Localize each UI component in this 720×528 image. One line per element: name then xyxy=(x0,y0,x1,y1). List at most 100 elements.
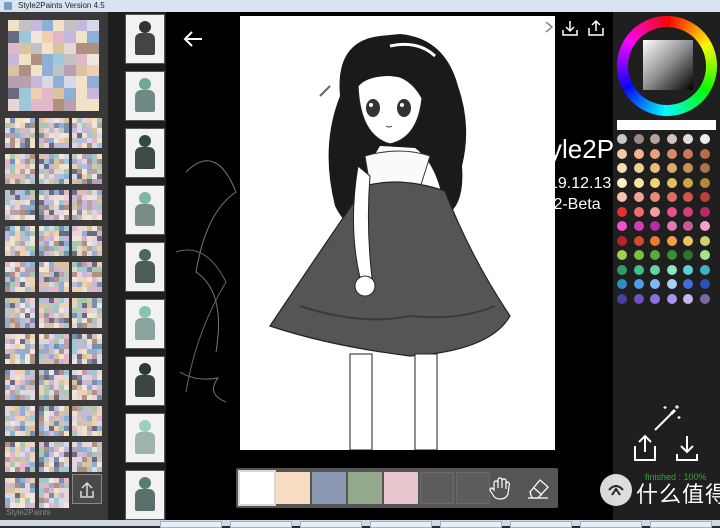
palette-color-dot[interactable] xyxy=(650,235,660,246)
reference-thumbnail[interactable] xyxy=(5,406,35,436)
reference-thumbnail[interactable] xyxy=(39,154,69,184)
taskbar-item[interactable] xyxy=(160,521,222,528)
palette-color-dot[interactable] xyxy=(699,279,710,289)
reference-thumbnail[interactable] xyxy=(5,190,35,220)
reference-thumbnail[interactable] xyxy=(72,298,102,328)
palette-color-dot[interactable] xyxy=(699,163,710,173)
reference-image-large[interactable] xyxy=(8,20,99,111)
reference-thumbnail[interactable] xyxy=(72,190,102,220)
history-thumbnail[interactable] xyxy=(125,470,165,520)
reference-thumbnail[interactable] xyxy=(39,118,69,148)
palette-color-dot[interactable] xyxy=(699,264,710,275)
reference-thumbnail[interactable] xyxy=(72,334,102,364)
palette-color-dot[interactable] xyxy=(650,134,660,144)
palette-color-dot[interactable] xyxy=(617,235,627,246)
palette-color-dot[interactable] xyxy=(650,177,660,188)
color-swatch-pink[interactable] xyxy=(384,472,418,504)
palette-color-dot[interactable] xyxy=(666,148,677,159)
color-swatch-white[interactable] xyxy=(238,470,276,506)
palette-color-dot[interactable] xyxy=(699,221,710,231)
download-icon[interactable] xyxy=(560,18,580,38)
palette-color-dot[interactable] xyxy=(683,177,693,188)
reference-thumbnail[interactable] xyxy=(72,226,102,256)
palette-color-dot[interactable] xyxy=(683,192,693,202)
palette-color-dot[interactable] xyxy=(617,293,627,304)
palette-color-dot[interactable] xyxy=(633,221,644,231)
palette-color-dot[interactable] xyxy=(683,163,693,173)
hand-icon[interactable] xyxy=(486,474,514,502)
reference-thumbnail[interactable] xyxy=(39,262,69,292)
history-thumbnail[interactable] xyxy=(125,71,165,121)
reference-thumbnail[interactable] xyxy=(72,370,102,400)
palette-color-dot[interactable] xyxy=(699,206,710,217)
history-thumbnail[interactable] xyxy=(125,242,165,292)
reference-thumbnail[interactable] xyxy=(72,262,102,292)
reference-thumbnail[interactable] xyxy=(39,298,69,328)
palette-color-dot[interactable] xyxy=(699,177,710,188)
palette-color-dot[interactable] xyxy=(617,206,627,217)
palette-color-dot[interactable] xyxy=(683,206,693,217)
taskbar-item[interactable] xyxy=(300,521,362,528)
save-download-icon[interactable] xyxy=(673,432,701,464)
artwork-canvas[interactable] xyxy=(240,16,555,450)
color-swatch-empty-1[interactable] xyxy=(420,472,454,504)
palette-color-dot[interactable] xyxy=(666,235,677,246)
palette-color-dot[interactable] xyxy=(617,192,627,202)
palette-color-dot[interactable] xyxy=(633,192,644,202)
palette-color-dot[interactable] xyxy=(666,163,677,173)
palette-color-dot[interactable] xyxy=(633,206,644,217)
palette-color-dot[interactable] xyxy=(666,264,677,275)
palette-color-dot[interactable] xyxy=(650,163,660,173)
palette-color-dot[interactable] xyxy=(633,264,644,275)
palette-color-dot[interactable] xyxy=(633,279,644,289)
reference-thumbnail[interactable] xyxy=(39,406,69,436)
color-wheel[interactable] xyxy=(615,14,719,118)
palette-color-dot[interactable] xyxy=(683,250,693,260)
reference-thumbnail[interactable] xyxy=(72,442,102,472)
chevron-right-icon[interactable] xyxy=(544,20,554,34)
reference-thumbnail[interactable] xyxy=(72,406,102,436)
reference-thumbnail[interactable] xyxy=(5,478,35,508)
magic-wand-icon[interactable] xyxy=(651,402,683,434)
reference-thumbnail[interactable] xyxy=(5,226,35,256)
reference-thumbnail[interactable] xyxy=(39,478,69,508)
palette-color-dot[interactable] xyxy=(650,206,660,217)
color-swatch-empty-2[interactable] xyxy=(456,472,490,504)
color-swatch-slate-blue[interactable] xyxy=(312,472,346,504)
palette-color-dot[interactable] xyxy=(666,134,677,144)
palette-color-dot[interactable] xyxy=(633,235,644,246)
palette-color-dot[interactable] xyxy=(617,264,627,275)
palette-color-dot[interactable] xyxy=(699,250,710,260)
palette-color-dot[interactable] xyxy=(617,250,627,260)
reference-thumbnail[interactable] xyxy=(39,442,69,472)
palette-color-dot[interactable] xyxy=(617,221,627,231)
reference-thumbnail[interactable] xyxy=(5,118,35,148)
palette-color-dot[interactable] xyxy=(650,250,660,260)
reference-thumbnail[interactable] xyxy=(5,442,35,472)
reference-thumbnail[interactable] xyxy=(39,334,69,364)
palette-color-dot[interactable] xyxy=(666,221,677,231)
history-thumbnail[interactable] xyxy=(125,128,165,178)
palette-color-dot[interactable] xyxy=(699,134,710,144)
palette-color-dot[interactable] xyxy=(666,279,677,289)
palette-color-dot[interactable] xyxy=(650,264,660,275)
palette-color-dot[interactable] xyxy=(617,177,627,188)
palette-color-dot[interactable] xyxy=(683,134,693,144)
taskbar-item[interactable] xyxy=(650,521,712,528)
reference-thumbnail[interactable] xyxy=(72,154,102,184)
color-swatch-peach[interactable] xyxy=(276,472,310,504)
history-thumbnail[interactable] xyxy=(125,413,165,463)
palette-color-dot[interactable] xyxy=(683,279,693,289)
taskbar-item[interactable] xyxy=(370,521,432,528)
history-thumbnail[interactable] xyxy=(125,14,165,64)
palette-color-dot[interactable] xyxy=(633,250,644,260)
reference-thumbnail[interactable] xyxy=(39,226,69,256)
taskbar-item[interactable] xyxy=(440,521,502,528)
share-icon[interactable] xyxy=(586,18,606,38)
taskbar-item[interactable] xyxy=(580,521,642,528)
palette-color-dot[interactable] xyxy=(633,177,644,188)
eraser-icon[interactable] xyxy=(524,474,552,502)
taskbar-item[interactable] xyxy=(510,521,572,528)
taskbar-item[interactable] xyxy=(230,521,292,528)
palette-color-dot[interactable] xyxy=(666,192,677,202)
